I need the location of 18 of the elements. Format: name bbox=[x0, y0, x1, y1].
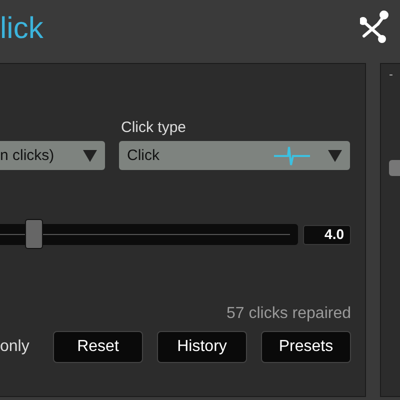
plugin-title: lick bbox=[0, 12, 44, 46]
option-label: only bbox=[0, 338, 30, 356]
status-text: 57 clicks repaired bbox=[226, 305, 351, 323]
action-button[interactable]: History bbox=[157, 331, 247, 363]
scale-label: - bbox=[389, 68, 393, 81]
sensitivity-slider[interactable] bbox=[0, 219, 298, 250]
logo-icon bbox=[360, 10, 390, 44]
caret-icon bbox=[83, 150, 97, 162]
meter-handle[interactable] bbox=[389, 160, 400, 176]
click-type-dropdown[interactable]: Click bbox=[119, 141, 350, 170]
waveform-icon bbox=[274, 144, 310, 166]
slider-thumb[interactable] bbox=[25, 219, 44, 249]
click-type-label: Click type bbox=[121, 119, 188, 136]
action-button[interactable]: Presets bbox=[261, 331, 351, 363]
mode-dropdown[interactable]: n clicks) bbox=[0, 141, 105, 170]
caret-icon bbox=[328, 150, 342, 162]
value-field[interactable]: 4.0 bbox=[303, 224, 351, 244]
action-button[interactable]: Reset bbox=[53, 331, 143, 363]
